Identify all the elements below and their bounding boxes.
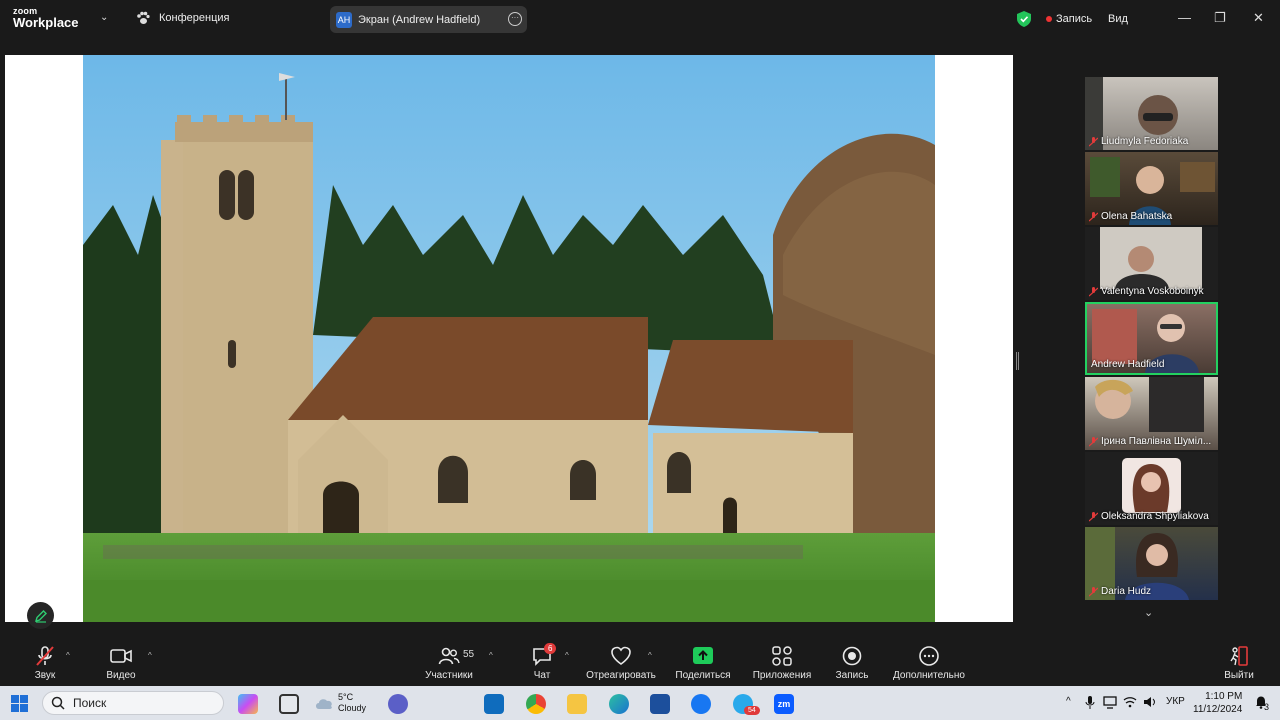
mic-muted-icon xyxy=(1089,286,1098,296)
share-label: Экран (Andrew Hadfield) xyxy=(358,13,481,26)
close-icon[interactable]: ✕ xyxy=(1253,10,1264,26)
mic-muted-icon xyxy=(1089,136,1098,146)
church-photo xyxy=(83,55,935,622)
maximize-icon[interactable]: ❐ xyxy=(1214,10,1226,26)
participants-options-caret-icon[interactable]: ^ xyxy=(489,651,493,660)
title-bar: zoom Workplace ⌄ Конференция AH Экран (A… xyxy=(0,0,1280,38)
audio-button[interactable]: Звук xyxy=(28,637,62,686)
participant-tile[interactable]: Ірина Павлівна Шуміл... xyxy=(1085,377,1218,450)
participant-tile-active-speaker[interactable]: Andrew Hadfield xyxy=(1085,302,1218,375)
weather-desc: Cloudy xyxy=(338,703,367,713)
react-options-caret-icon[interactable]: ^ xyxy=(648,651,652,660)
outlook-icon[interactable] xyxy=(484,694,504,714)
recording-indicator[interactable]: Запись xyxy=(1046,13,1092,25)
minimize-icon[interactable]: — xyxy=(1178,10,1191,25)
shared-screen xyxy=(5,55,1013,629)
copilot-icon[interactable] xyxy=(238,694,258,714)
taskbar-search[interactable]: Поиск xyxy=(42,691,224,715)
windows-taskbar: Поиск 5°C Cloudy 54 zm ^ УКР 1:10 PM 11/… xyxy=(0,686,1280,720)
chrome-icon[interactable] xyxy=(526,694,546,714)
share-screen-button[interactable]: Поделиться xyxy=(674,637,732,686)
wifi-icon[interactable] xyxy=(1123,696,1137,708)
participant-tile[interactable]: Liudmyla Fedoriaka xyxy=(1085,77,1218,150)
recording-label: Запись xyxy=(1056,13,1093,25)
weather-widget[interactable]: 5°C Cloudy xyxy=(314,692,366,714)
mic-muted-icon xyxy=(1089,586,1098,596)
weather-temp: 5°C xyxy=(338,692,354,702)
volume-icon[interactable] xyxy=(1143,696,1157,708)
paw-icon xyxy=(137,11,150,24)
clock-date: 11/12/2024 xyxy=(1193,704,1243,715)
share-arrow-icon xyxy=(693,647,713,664)
participant-tile[interactable]: Olena Bahatska xyxy=(1085,152,1218,225)
video-button[interactable]: Видео xyxy=(103,637,139,686)
language-indicator[interactable]: УКР xyxy=(1166,696,1185,707)
meeting-info[interactable]: Конференция xyxy=(135,10,229,26)
search-placeholder: Поиск xyxy=(73,696,107,710)
facebook-icon[interactable] xyxy=(691,694,711,714)
zoom-logo[interactable]: zoom Workplace xyxy=(13,7,79,30)
windows-start-icon[interactable] xyxy=(11,695,28,712)
more-dots-icon xyxy=(919,646,939,666)
participant-name: Valentyna Voskoboinyk xyxy=(1089,286,1204,297)
edge-icon[interactable] xyxy=(609,694,629,714)
video-options-caret-icon[interactable]: ^ xyxy=(148,651,152,660)
logo-text-bottom: Workplace xyxy=(13,15,79,30)
chat-options-caret-icon[interactable]: ^ xyxy=(565,651,569,660)
notification-count: 3 xyxy=(1264,702,1270,712)
participant-name: Daria Hudz xyxy=(1089,586,1151,597)
participant-name: Liudmyla Fedoriaka xyxy=(1089,136,1188,147)
chevron-up-icon[interactable]: ^ xyxy=(1066,696,1071,707)
participant-tile[interactable]: Valentyna Voskoboinyk xyxy=(1085,227,1218,300)
participants-button[interactable]: Участники xyxy=(420,637,478,686)
telegram-badge: 54 xyxy=(744,706,760,715)
participant-name: Oleksandra Shpyliakova xyxy=(1089,511,1209,522)
sharer-avatar: AH xyxy=(336,11,352,28)
recording-dot-icon xyxy=(1046,16,1052,22)
participant-name: Ірина Павлівна Шуміл... xyxy=(1089,436,1211,447)
record-icon xyxy=(842,646,862,666)
annotate-pencil-icon[interactable] xyxy=(27,602,54,629)
file-explorer-icon[interactable] xyxy=(567,694,587,714)
meeting-toolbar: Звук ^ Видео ^ Участники 55 ^ Чат 6 ^ От… xyxy=(0,637,1280,686)
leave-door-icon xyxy=(1230,646,1248,666)
chevron-down-icon[interactable]: ⌄ xyxy=(1144,606,1153,619)
view-button[interactable]: Вид xyxy=(1108,13,1128,25)
mic-muted-icon xyxy=(1089,436,1098,446)
panel-resize-handle[interactable] xyxy=(1016,352,1019,370)
clock-time: 1:10 PM xyxy=(1205,691,1243,702)
more-button[interactable]: Дополнительно xyxy=(890,637,968,686)
zoom-app-icon[interactable]: zm xyxy=(774,694,794,714)
participants-count: 55 xyxy=(463,649,475,660)
shield-check-icon[interactable] xyxy=(1017,11,1031,27)
meeting-title: Конференция xyxy=(159,12,230,24)
apps-button[interactable]: Приложения xyxy=(751,637,813,686)
heart-icon xyxy=(611,646,631,665)
record-button[interactable]: Запись xyxy=(833,637,871,686)
participant-tile[interactable]: Oleksandra Shpyliakova xyxy=(1085,452,1218,525)
people-icon xyxy=(438,647,460,665)
mic-muted-icon xyxy=(1089,511,1098,521)
mic-muted-icon xyxy=(1089,211,1098,221)
participant-tile[interactable]: Daria Hudz xyxy=(1085,527,1218,600)
teams-icon[interactable] xyxy=(388,694,408,714)
react-button[interactable]: Отреагировать xyxy=(585,637,657,686)
apps-icon xyxy=(772,646,792,666)
participant-name: Olena Bahatska xyxy=(1089,211,1172,222)
search-icon xyxy=(51,696,65,710)
more-options-icon[interactable]: ··· xyxy=(508,12,522,26)
leave-button[interactable]: Выйти xyxy=(1222,637,1256,686)
task-view-icon[interactable] xyxy=(279,694,299,714)
mic-muted-icon xyxy=(36,646,54,666)
taskbar-clock[interactable]: 1:10 PM 11/12/2024 xyxy=(1193,690,1242,716)
participant-name: Andrew Hadfield xyxy=(1091,359,1165,370)
microphone-icon[interactable] xyxy=(1085,696,1095,709)
camera-icon xyxy=(110,649,132,663)
store-icon[interactable] xyxy=(650,694,670,714)
monitor-icon[interactable] xyxy=(1103,696,1117,709)
chevron-down-icon[interactable]: ⌄ xyxy=(100,12,108,23)
screen-share-pill[interactable]: AH Экран (Andrew Hadfield) ··· xyxy=(330,6,527,33)
cloud-icon xyxy=(316,699,332,709)
audio-options-caret-icon[interactable]: ^ xyxy=(66,651,70,660)
